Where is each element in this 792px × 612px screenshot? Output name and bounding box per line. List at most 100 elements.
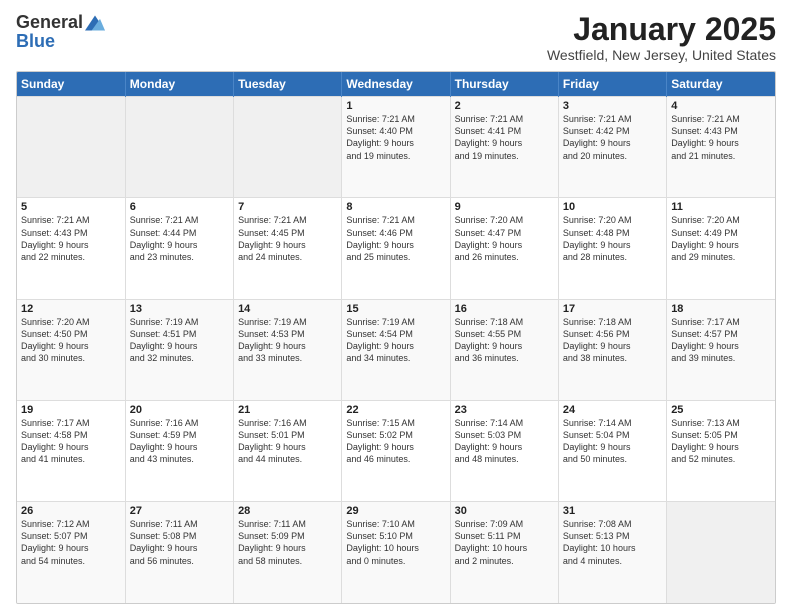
day-info: Sunrise: 7:16 AM Sunset: 5:01 PM Dayligh… [238,417,337,466]
page: General Blue January 2025 Westfield, New… [0,0,792,612]
day-info: Sunrise: 7:21 AM Sunset: 4:42 PM Dayligh… [563,113,662,162]
col-tuesday: Tuesday [234,72,342,97]
day-number: 29 [346,505,445,517]
day-info: Sunrise: 7:12 AM Sunset: 5:07 PM Dayligh… [21,518,121,567]
day-number: 1 [346,100,445,112]
day-info: Sunrise: 7:10 AM Sunset: 5:10 PM Dayligh… [346,518,445,567]
location: Westfield, New Jersey, United States [547,47,776,63]
day-number: 5 [21,201,121,213]
day-number: 3 [563,100,662,112]
day-cell: 18Sunrise: 7:17 AM Sunset: 4:57 PM Dayli… [667,299,775,400]
title-block: January 2025 Westfield, New Jersey, Unit… [547,12,776,63]
day-cell: 25Sunrise: 7:13 AM Sunset: 5:05 PM Dayli… [667,400,775,501]
week-row-3: 12Sunrise: 7:20 AM Sunset: 4:50 PM Dayli… [17,299,775,400]
day-number: 22 [346,404,445,416]
day-number: 9 [455,201,554,213]
header: General Blue January 2025 Westfield, New… [16,12,776,63]
month-title: January 2025 [547,12,776,47]
day-info: Sunrise: 7:13 AM Sunset: 5:05 PM Dayligh… [671,417,771,466]
day-cell: 30Sunrise: 7:09 AM Sunset: 5:11 PM Dayli… [450,502,558,603]
col-saturday: Saturday [667,72,775,97]
logo-blue-text: Blue [16,31,55,52]
day-info: Sunrise: 7:21 AM Sunset: 4:45 PM Dayligh… [238,214,337,263]
col-thursday: Thursday [450,72,558,97]
day-number: 12 [21,303,121,315]
calendar-table: Sunday Monday Tuesday Wednesday Thursday… [17,72,775,603]
day-info: Sunrise: 7:08 AM Sunset: 5:13 PM Dayligh… [563,518,662,567]
day-cell: 9Sunrise: 7:20 AM Sunset: 4:47 PM Daylig… [450,198,558,299]
day-number: 2 [455,100,554,112]
day-info: Sunrise: 7:21 AM Sunset: 4:46 PM Dayligh… [346,214,445,263]
day-cell: 24Sunrise: 7:14 AM Sunset: 5:04 PM Dayli… [558,400,666,501]
day-cell [125,97,233,198]
day-info: Sunrise: 7:14 AM Sunset: 5:04 PM Dayligh… [563,417,662,466]
day-info: Sunrise: 7:21 AM Sunset: 4:43 PM Dayligh… [21,214,121,263]
day-number: 20 [130,404,229,416]
day-info: Sunrise: 7:21 AM Sunset: 4:41 PM Dayligh… [455,113,554,162]
day-info: Sunrise: 7:11 AM Sunset: 5:09 PM Dayligh… [238,518,337,567]
week-row-4: 19Sunrise: 7:17 AM Sunset: 4:58 PM Dayli… [17,400,775,501]
col-friday: Friday [558,72,666,97]
day-cell: 26Sunrise: 7:12 AM Sunset: 5:07 PM Dayli… [17,502,125,603]
day-number: 14 [238,303,337,315]
day-number: 18 [671,303,771,315]
col-wednesday: Wednesday [342,72,450,97]
header-row: Sunday Monday Tuesday Wednesday Thursday… [17,72,775,97]
day-number: 23 [455,404,554,416]
day-cell: 29Sunrise: 7:10 AM Sunset: 5:10 PM Dayli… [342,502,450,603]
col-monday: Monday [125,72,233,97]
day-info: Sunrise: 7:20 AM Sunset: 4:48 PM Dayligh… [563,214,662,263]
day-number: 21 [238,404,337,416]
day-number: 26 [21,505,121,517]
day-number: 10 [563,201,662,213]
week-row-2: 5Sunrise: 7:21 AM Sunset: 4:43 PM Daylig… [17,198,775,299]
day-cell: 23Sunrise: 7:14 AM Sunset: 5:03 PM Dayli… [450,400,558,501]
day-number: 31 [563,505,662,517]
day-cell: 27Sunrise: 7:11 AM Sunset: 5:08 PM Dayli… [125,502,233,603]
day-number: 11 [671,201,771,213]
day-cell: 19Sunrise: 7:17 AM Sunset: 4:58 PM Dayli… [17,400,125,501]
day-cell: 22Sunrise: 7:15 AM Sunset: 5:02 PM Dayli… [342,400,450,501]
day-info: Sunrise: 7:14 AM Sunset: 5:03 PM Dayligh… [455,417,554,466]
logo-general: General [16,12,83,33]
day-cell: 28Sunrise: 7:11 AM Sunset: 5:09 PM Dayli… [234,502,342,603]
day-info: Sunrise: 7:17 AM Sunset: 4:57 PM Dayligh… [671,316,771,365]
day-number: 30 [455,505,554,517]
day-cell: 16Sunrise: 7:18 AM Sunset: 4:55 PM Dayli… [450,299,558,400]
calendar-header: Sunday Monday Tuesday Wednesday Thursday… [17,72,775,97]
day-number: 8 [346,201,445,213]
day-number: 4 [671,100,771,112]
logo: General Blue [16,12,105,52]
day-info: Sunrise: 7:18 AM Sunset: 4:55 PM Dayligh… [455,316,554,365]
day-info: Sunrise: 7:17 AM Sunset: 4:58 PM Dayligh… [21,417,121,466]
day-info: Sunrise: 7:20 AM Sunset: 4:50 PM Dayligh… [21,316,121,365]
day-number: 7 [238,201,337,213]
day-info: Sunrise: 7:19 AM Sunset: 4:53 PM Dayligh… [238,316,337,365]
day-info: Sunrise: 7:09 AM Sunset: 5:11 PM Dayligh… [455,518,554,567]
day-cell: 2Sunrise: 7:21 AM Sunset: 4:41 PM Daylig… [450,97,558,198]
day-cell: 11Sunrise: 7:20 AM Sunset: 4:49 PM Dayli… [667,198,775,299]
day-cell: 15Sunrise: 7:19 AM Sunset: 4:54 PM Dayli… [342,299,450,400]
day-info: Sunrise: 7:20 AM Sunset: 4:49 PM Dayligh… [671,214,771,263]
day-cell: 12Sunrise: 7:20 AM Sunset: 4:50 PM Dayli… [17,299,125,400]
day-info: Sunrise: 7:11 AM Sunset: 5:08 PM Dayligh… [130,518,229,567]
day-cell: 4Sunrise: 7:21 AM Sunset: 4:43 PM Daylig… [667,97,775,198]
day-cell: 21Sunrise: 7:16 AM Sunset: 5:01 PM Dayli… [234,400,342,501]
logo-icon [85,15,105,31]
day-cell: 7Sunrise: 7:21 AM Sunset: 4:45 PM Daylig… [234,198,342,299]
calendar: Sunday Monday Tuesday Wednesday Thursday… [16,71,776,604]
day-number: 13 [130,303,229,315]
day-number: 15 [346,303,445,315]
day-number: 17 [563,303,662,315]
day-info: Sunrise: 7:19 AM Sunset: 4:51 PM Dayligh… [130,316,229,365]
day-info: Sunrise: 7:18 AM Sunset: 4:56 PM Dayligh… [563,316,662,365]
day-number: 24 [563,404,662,416]
day-info: Sunrise: 7:21 AM Sunset: 4:44 PM Dayligh… [130,214,229,263]
calendar-body: 1Sunrise: 7:21 AM Sunset: 4:40 PM Daylig… [17,97,775,603]
day-cell: 5Sunrise: 7:21 AM Sunset: 4:43 PM Daylig… [17,198,125,299]
day-cell: 13Sunrise: 7:19 AM Sunset: 4:51 PM Dayli… [125,299,233,400]
day-cell [234,97,342,198]
day-info: Sunrise: 7:19 AM Sunset: 4:54 PM Dayligh… [346,316,445,365]
day-info: Sunrise: 7:20 AM Sunset: 4:47 PM Dayligh… [455,214,554,263]
day-number: 19 [21,404,121,416]
